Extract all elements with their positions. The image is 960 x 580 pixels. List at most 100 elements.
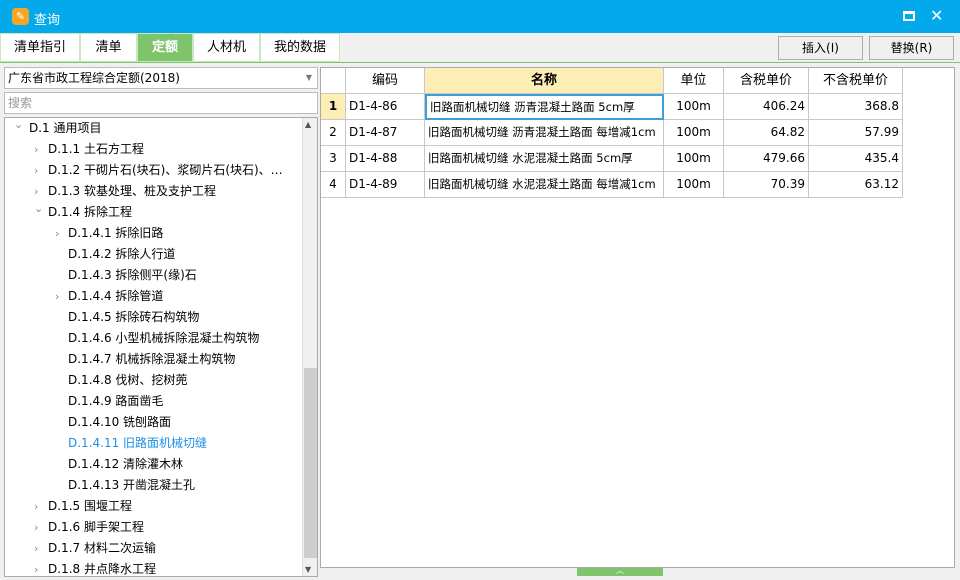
column-header-name[interactable]: 名称 [425, 68, 664, 94]
tree-node[interactable]: D.1.4.3 拆除侧平(缘)石 [5, 265, 301, 286]
cell-name[interactable]: 旧路面机械切缝 水泥混凝土路面 每增减1cm [425, 172, 664, 198]
tree-node-label: D.1.6 脚手架工程 [48, 520, 144, 534]
cell-unit[interactable]: 100m [664, 120, 724, 146]
replace-button[interactable]: 替换(R) [869, 36, 954, 60]
cell-unit[interactable]: 100m [664, 94, 724, 120]
tab-quota[interactable]: 定额 [137, 33, 193, 62]
column-header-row-number[interactable] [321, 68, 346, 94]
chapter-tree: ⌄ D.1 通用项目 › D.1.1 土石方工程 › D.1.2 干砌片石(块石)、浆砌片… [4, 117, 318, 577]
cell-code[interactable]: D1-4-88 [346, 146, 425, 172]
tree-node-label: D.1.4.7 机械拆除混凝土构筑物 [68, 352, 236, 366]
tree-node-label: D.1.7 材料二次运输 [48, 541, 156, 555]
cell-name[interactable]: 旧路面机械切缝 沥青混凝土路面 5cm厚 [425, 94, 664, 120]
chevron-right-icon[interactable]: › [55, 286, 59, 307]
chevron-right-icon[interactable]: › [55, 223, 59, 244]
tree-node-label: D.1 通用项目 [29, 121, 102, 135]
cell-code[interactable]: D1-4-89 [346, 172, 425, 198]
tree-node[interactable]: › D.1.4.1 拆除旧路 [5, 223, 301, 244]
tab-bill[interactable]: 清单 [80, 33, 137, 62]
search-input[interactable]: 搜索 [4, 92, 318, 114]
cell-name[interactable]: 旧路面机械切缝 沥青混凝土路面 每增减1cm [425, 120, 664, 146]
tree-node-label: D.1.3 软基处理、桩及支护工程 [48, 184, 216, 198]
window-title: 查询 [34, 13, 61, 28]
cell-tax-price[interactable]: 70.39 [724, 172, 809, 198]
tree-node-label: D.1.4.1 拆除旧路 [68, 226, 164, 240]
cell-tax-price[interactable]: 64.82 [724, 120, 809, 146]
tab-my-data[interactable]: 我的数据 [260, 33, 340, 62]
tree-node-label: D.1.4.2 拆除人行道 [68, 247, 176, 261]
tree-node[interactable]: D.1.4.9 路面凿毛 [5, 391, 301, 412]
chevron-right-icon[interactable]: › [34, 517, 38, 538]
tree-node[interactable]: D.1.4.13 开凿混凝土孔 [5, 475, 301, 496]
column-header-code[interactable]: 编码 [346, 68, 425, 94]
cell-name[interactable]: 旧路面机械切缝 水泥混凝土路面 5cm厚 [425, 146, 664, 172]
tree-node-label: D.1.4.4 拆除管道 [68, 289, 164, 303]
close-button[interactable]: ✕ [930, 6, 943, 25]
tree-node-label: D.1.4.5 拆除砖石构筑物 [68, 310, 200, 324]
tree-node[interactable]: D.1.4.12 清除灌木林 [5, 454, 301, 475]
cell-pretax-price[interactable]: 435.4 [809, 146, 903, 172]
tree-node[interactable]: › D.1.1 土石方工程 [5, 139, 301, 160]
tree-node[interactable]: D.1.4.11 旧路面机械切缝 [5, 433, 301, 454]
cell-row-number[interactable]: 4 [321, 172, 346, 198]
scrollbar-thumb[interactable] [304, 368, 317, 558]
cell-tax-price[interactable]: 406.24 [724, 94, 809, 120]
tree-node[interactable]: › D.1.7 材料二次运输 [5, 538, 301, 559]
scroll-up-icon[interactable]: ▲ [305, 120, 311, 129]
column-header-tax-price[interactable]: 含税单价 [724, 68, 809, 94]
tree-node-label: D.1.4 拆除工程 [48, 205, 132, 219]
quota-library-value: 广东省市政工程综合定额(2018) [8, 71, 180, 85]
tree-node[interactable]: ⌄ D.1 通用项目 [5, 118, 301, 139]
tree-node[interactable]: D.1.4.7 机械拆除混凝土构筑物 [5, 349, 301, 370]
expand-panel-handle[interactable]: ︿ [577, 567, 663, 576]
tree-node[interactable]: › D.1.3 软基处理、桩及支护工程 [5, 181, 301, 202]
tree-node[interactable]: › D.1.6 脚手架工程 [5, 517, 301, 538]
tree-node[interactable]: D.1.4.2 拆除人行道 [5, 244, 301, 265]
tab-labor-material-machine[interactable]: 人材机 [193, 33, 260, 62]
chevron-down-icon: ▼ [305, 73, 312, 82]
chevron-right-icon[interactable]: › [34, 559, 38, 576]
tree-node-label: D.1.4.13 开凿混凝土孔 [68, 478, 196, 492]
app-logo-icon: ✎ [12, 8, 29, 25]
tree-node[interactable]: D.1.4.8 伐树、挖树蔸 [5, 370, 301, 391]
cell-unit[interactable]: 100m [664, 172, 724, 198]
tree-node-label: D.1.4.6 小型机械拆除混凝土构筑物 [68, 331, 260, 345]
cell-pretax-price[interactable]: 63.12 [809, 172, 903, 198]
cell-tax-price[interactable]: 479.66 [724, 146, 809, 172]
tree-node[interactable]: D.1.4.10 铣刨路面 [5, 412, 301, 433]
quota-table: 编码 名称 单位 含税单价 不含税单价 1 D1-4-86 旧路面机械切缝 沥青混凝土路面 5… [320, 67, 955, 568]
cell-row-number[interactable]: 2 [321, 120, 346, 146]
cell-unit[interactable]: 100m [664, 146, 724, 172]
tree-node-label: D.1.2 干砌片石(块石)、浆砌片石(块石)、… [48, 163, 283, 177]
chevron-right-icon[interactable]: › [34, 538, 38, 559]
tree-node[interactable]: › D.1.4.4 拆除管道 [5, 286, 301, 307]
tree-node-label: D.1.5 围堰工程 [48, 499, 132, 513]
column-header-unit[interactable]: 单位 [664, 68, 724, 94]
chevron-right-icon[interactable]: › [34, 139, 38, 160]
cell-row-number[interactable]: 1 [321, 94, 346, 120]
column-header-pretax-price[interactable]: 不含税单价 [809, 68, 903, 94]
tree-node-label: D.1.4.12 清除灌木林 [68, 457, 184, 471]
quota-library-select[interactable]: 广东省市政工程综合定额(2018) ▼ [4, 67, 318, 89]
scroll-down-icon[interactable]: ▼ [305, 565, 311, 574]
insert-button[interactable]: 插入(I) [778, 36, 863, 60]
cell-pretax-price[interactable]: 57.99 [809, 120, 903, 146]
tree-node[interactable]: D.1.4.5 拆除砖石构筑物 [5, 307, 301, 328]
tree-node[interactable]: ⌄ D.1.4 拆除工程 [5, 202, 301, 223]
tree-node[interactable]: D.1.4.6 小型机械拆除混凝土构筑物 [5, 328, 301, 349]
tab-bill-guide[interactable]: 清单指引 [0, 33, 80, 62]
tree-node-label: D.1.4.9 路面凿毛 [68, 394, 164, 408]
tree-node[interactable]: › D.1.5 围堰工程 [5, 496, 301, 517]
cell-code[interactable]: D1-4-86 [346, 94, 425, 120]
chevron-right-icon[interactable]: › [34, 496, 38, 517]
chevron-down-icon[interactable]: ⌄ [34, 198, 43, 219]
maximize-button[interactable] [903, 11, 915, 21]
tree-scrollbar[interactable]: ▲ ▼ [302, 118, 317, 576]
chevron-down-icon[interactable]: ⌄ [14, 118, 23, 135]
cell-pretax-price[interactable]: 368.8 [809, 94, 903, 120]
cell-code[interactable]: D1-4-87 [346, 120, 425, 146]
chevron-right-icon[interactable]: › [34, 160, 38, 181]
tree-node[interactable]: › D.1.2 干砌片石(块石)、浆砌片石(块石)、… [5, 160, 301, 181]
tree-node[interactable]: › D.1.8 井点降水工程 [5, 559, 301, 576]
cell-row-number[interactable]: 3 [321, 146, 346, 172]
